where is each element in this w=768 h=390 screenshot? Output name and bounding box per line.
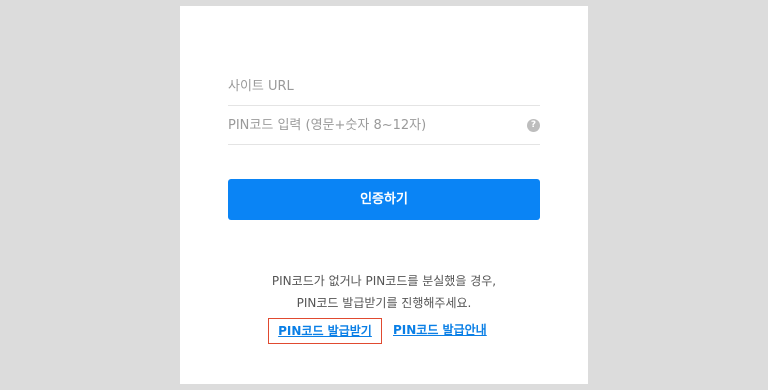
pin-auth-card: ? 인증하기 PIN코드가 없거나 PIN코드를 분실했을 경우, PIN코드 …	[180, 6, 588, 384]
help-icon[interactable]: ?	[527, 119, 540, 132]
pin-links: PIN코드 발급받기 PIN코드 발급안내	[180, 318, 588, 344]
verify-button[interactable]: 인증하기	[228, 179, 540, 220]
notice-line-1: PIN코드가 없거나 PIN코드를 분실했을 경우,	[271, 274, 497, 288]
site-url-field[interactable]	[228, 68, 540, 106]
site-url-input[interactable]	[228, 68, 540, 105]
notice-line-2: PIN코드 발급받기를 진행해주세요.	[296, 296, 472, 310]
pin-code-field[interactable]: ?	[228, 107, 540, 145]
pin-guide-link[interactable]: PIN코드 발급안내	[393, 318, 503, 344]
pin-issue-link[interactable]: PIN코드 발급받기	[268, 318, 382, 344]
pin-code-input[interactable]	[228, 107, 540, 144]
